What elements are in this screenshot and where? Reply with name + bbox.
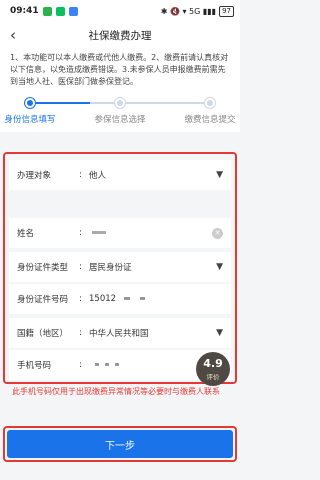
rating-badge[interactable]: 4.9 评价 — [196, 352, 230, 386]
notification-icon — [42, 6, 52, 16]
colon: : — [79, 228, 82, 238]
step-dot — [25, 98, 35, 108]
caret-down-icon: ▼ — [216, 328, 223, 338]
clear-glyph: ✕ — [212, 227, 223, 239]
colon: : — [79, 294, 82, 304]
id-type-select[interactable]: 身份证件类型 : 居民身份证 ▼ — [9, 252, 231, 282]
masked-text — [124, 297, 131, 300]
status-signal: ✱ 🔇 ▾ 5G ▮▮▮ — [160, 6, 217, 16]
step-dot — [205, 98, 215, 108]
status-time: 09:41 — [10, 6, 39, 16]
id-number-value: 15012 — [89, 294, 223, 304]
back-icon[interactable]: ‹ — [10, 26, 16, 44]
rating-label: 评价 — [206, 373, 220, 381]
field-label: 姓名 — [17, 229, 35, 239]
status-bar: 09:41 ✱ 🔇 ▾ 5G ▮▮▮ 97 — [0, 0, 240, 22]
masked-text — [115, 363, 119, 366]
colon: : — [79, 360, 82, 370]
app-icon — [68, 6, 78, 16]
field-label: 办理对象 — [17, 171, 52, 181]
battery-icon: 97 — [219, 5, 234, 17]
payer-value: 他人 — [89, 171, 107, 181]
payer-select[interactable]: 办理对象 : 他人 ▼ — [9, 160, 231, 190]
status-left: 09:41 — [10, 6, 78, 16]
step-identity: 身份信息填写 — [0, 96, 70, 125]
colon: : — [79, 262, 82, 272]
rating-score: 4.9 — [203, 357, 223, 370]
wechat-icon — [55, 6, 65, 16]
form-highlight-box: 办理对象 : 他人 ▼ 姓名 : ✕ 身份证件类型 : 居民身份证 ▼ 身份证件… — [3, 152, 237, 384]
step-insurance: 参保信息选择 — [80, 96, 160, 125]
region-select[interactable]: 国籍（地区） : 中华人民共和国 ▼ — [9, 318, 231, 348]
masked-text — [140, 297, 146, 300]
field-label: 国籍（地区） — [17, 329, 69, 339]
step-progress: 身份信息填写 参保信息选择 缴费信息提交 — [0, 94, 240, 132]
region-value: 中华人民共和国 — [89, 329, 149, 339]
id-number-prefix: 15012 — [89, 294, 117, 304]
step-dot — [115, 98, 125, 108]
notice-text: 1、本功能可以本人缴费或代他人缴费。2、缴费前请认真核对以下信息，以免造成缴费错… — [0, 48, 240, 94]
masked-text — [95, 363, 99, 366]
masked-text — [105, 363, 109, 366]
next-highlight-box: 下一步 — [3, 426, 237, 462]
id-number-field[interactable]: 身份证件号码 : 15012 — [9, 284, 231, 314]
colon: : — [79, 328, 82, 338]
step-label: 身份信息填写 — [4, 115, 56, 125]
clear-icon[interactable]: ✕ — [209, 227, 223, 239]
step-label: 缴费信息提交 — [184, 115, 236, 125]
caret-down-icon: ▼ — [216, 262, 223, 272]
title-bar: ‹ 社保缴费办理 — [0, 22, 240, 48]
step-label: 参保信息选择 — [94, 115, 146, 125]
name-value — [89, 228, 209, 238]
field-label: 手机号码 — [17, 361, 52, 371]
field-label: 身份证件号码 — [17, 295, 69, 305]
phone-hint: 此手机号码仅用于出现缴费异常情况等必要时与缴费人联系 — [12, 387, 220, 396]
step-payment: 缴费信息提交 — [170, 96, 250, 125]
colon: : — [79, 170, 82, 180]
field-label: 身份证件类型 — [17, 263, 69, 273]
id-type-value: 居民身份证 — [89, 263, 132, 273]
name-field[interactable]: 姓名 : ✕ — [9, 218, 231, 248]
page-title: 社保缴费办理 — [88, 29, 152, 42]
status-right: ✱ 🔇 ▾ 5G ▮▮▮ 97 — [160, 5, 234, 17]
masked-text — [92, 231, 106, 234]
caret-down-icon: ▼ — [216, 170, 223, 180]
next-button[interactable]: 下一步 — [7, 430, 233, 458]
